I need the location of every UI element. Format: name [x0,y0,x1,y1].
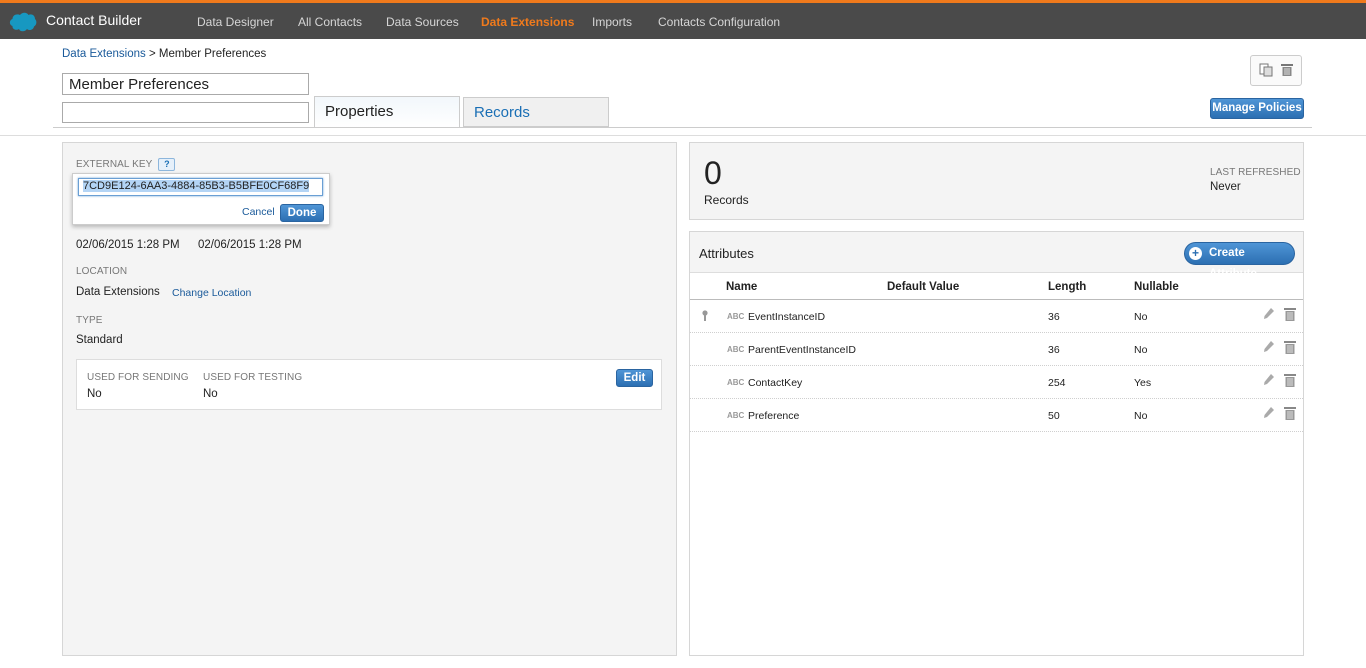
tab-divider [53,127,1312,128]
attributes-title: Attributes [699,246,754,261]
attribute-name: ParentEventInstanceID [748,344,856,356]
attributes-panel: Attributes + Create Attribute Name Defau… [689,231,1304,656]
attribute-row[interactable]: ABC ParentEventInstanceID 36 No [690,333,1303,366]
used-for-testing-label: USED FOR TESTING [203,372,303,383]
type-value: Standard [76,334,123,346]
pencil-icon[interactable] [1263,341,1274,352]
delete-icon[interactable] [1280,63,1294,77]
primary-key-icon [702,310,708,321]
attribute-length: 36 [1048,311,1060,323]
nav-all-contacts[interactable]: All Contacts [298,15,362,29]
last-refreshed-value: Never [1210,181,1241,193]
attribute-nullable: No [1134,344,1148,356]
attribute-row[interactable]: ABC Preference 50 No [690,399,1303,432]
records-summary-panel: 0 Records LAST REFRESHED Never [689,142,1304,220]
text-type-icon: ABC [727,378,745,387]
external-key-selected-text: 7CD9E124-6AA3-4884-85B3-B5BFE0CF68F9 [83,180,310,192]
records-label: Records [704,193,749,207]
trash-icon[interactable] [1284,374,1296,387]
nav-data-designer[interactable]: Data Designer [197,15,274,29]
created-value: 02/06/2015 1:28 PM [76,239,180,251]
attributes-header: Attributes + Create Attribute [690,232,1303,280]
header-divider [0,135,1366,136]
manage-policies-button[interactable]: Manage Policies [1210,98,1304,119]
column-header-nullable[interactable]: Nullable [1134,281,1179,293]
attribute-name: ContactKey [748,377,803,389]
external-key-popover: 7CD9E124-6AA3-4884-85B3-B5BFE0CF68F9 Can… [72,173,330,225]
breadcrumb-current: Member Preferences [158,48,267,60]
app-title[interactable]: Contact Builder [46,12,142,28]
attribute-nullable: No [1134,410,1148,422]
type-label: TYPE [76,315,103,326]
trash-icon[interactable] [1284,407,1296,420]
attribute-name: EventInstanceID [748,311,826,323]
attribute-nullable: Yes [1134,377,1152,389]
nav-data-sources[interactable]: Data Sources [386,15,459,29]
last-refreshed-label: LAST REFRESHED [1210,167,1301,178]
create-attribute-label: Create Attribute [1209,247,1257,280]
create-attribute-button[interactable]: + Create Attribute [1184,242,1295,280]
nav-imports[interactable]: Imports [592,15,632,29]
breadcrumb-parent-link[interactable]: Data Extensions [62,48,146,60]
nav-data-extensions[interactable]: Data Extensions [481,15,574,29]
attribute-length: 36 [1048,344,1060,356]
used-for-sending-value: No [87,388,102,400]
trash-icon[interactable] [1284,341,1296,354]
attribute-length: 254 [1048,377,1066,389]
tab-records[interactable]: Records [463,97,609,127]
external-key-label-text: EXTERNAL KEY [76,159,153,171]
column-header-name[interactable]: Name [726,281,757,293]
modified-value: 02/06/2015 1:28 PM [198,239,302,251]
salesforce-cloud-icon[interactable] [9,12,37,32]
column-header-length[interactable]: Length [1048,281,1086,293]
trash-icon[interactable] [1284,308,1296,321]
location-label: LOCATION [76,266,128,277]
pencil-icon[interactable] [1263,308,1274,319]
extension-name-input[interactable] [62,73,309,95]
text-type-icon: ABC [727,312,745,321]
external-key-input[interactable]: 7CD9E124-6AA3-4884-85B3-B5BFE0CF68F9 [78,178,323,196]
done-button[interactable]: Done [280,204,324,222]
records-count: 0 [704,155,722,191]
change-location-link[interactable]: Change Location [172,287,251,299]
nav-contacts-configuration[interactable]: Contacts Configuration [658,15,780,29]
used-for-testing-value: No [203,388,218,400]
cancel-link[interactable]: Cancel [242,206,275,218]
attribute-name: Preference [748,410,800,422]
plus-icon: + [1189,247,1202,260]
used-for-sending-label: USED FOR SENDING [87,372,189,383]
help-icon[interactable]: ? [158,158,176,171]
text-type-icon: ABC [727,345,745,354]
attribute-row[interactable]: ABC ContactKey 254 Yes [690,366,1303,399]
external-key-label: EXTERNAL KEY? [76,158,176,171]
copy-icon[interactable] [1259,63,1273,77]
breadcrumb: Data Extensions > Member Preferences [62,48,266,60]
location-value: Data Extensions [76,286,160,298]
breadcrumb-separator: > [145,48,159,60]
top-navigation-bar: Contact Builder Data Designer All Contac… [0,0,1366,39]
action-icon-group [1250,55,1302,86]
column-header-default-value[interactable]: Default Value [887,281,959,293]
sending-testing-box: USED FOR SENDING No USED FOR TESTING No … [76,359,662,410]
attribute-row[interactable]: ABC EventInstanceID 36 No [690,300,1303,333]
pencil-icon[interactable] [1263,374,1274,385]
extension-description-input[interactable] [62,102,309,123]
text-type-icon: ABC [727,411,745,420]
edit-button[interactable]: Edit [616,369,653,387]
tab-properties[interactable]: Properties [314,96,460,128]
attribute-nullable: No [1134,311,1148,323]
attribute-length: 50 [1048,410,1060,422]
pencil-icon[interactable] [1263,407,1274,418]
